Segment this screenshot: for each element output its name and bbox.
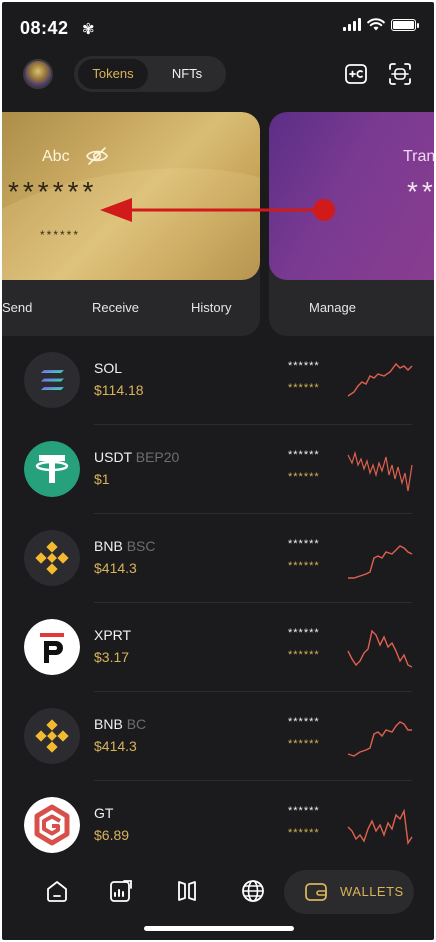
manage-button[interactable]: Manage bbox=[309, 300, 356, 315]
row-divider bbox=[94, 780, 412, 781]
price-sparkline bbox=[348, 545, 413, 579]
token-row[interactable]: SOL $114.18 ****** ****** bbox=[2, 348, 434, 437]
battery-icon bbox=[391, 18, 419, 31]
tab-tokens[interactable]: Tokens bbox=[78, 59, 148, 89]
row-divider bbox=[94, 424, 412, 425]
wifi-icon bbox=[367, 18, 385, 31]
add-token-icon[interactable] bbox=[344, 62, 368, 86]
token-price: $114.18 bbox=[94, 382, 144, 398]
token-symbol: GT bbox=[94, 805, 114, 821]
wallet-balance: ** bbox=[407, 176, 434, 207]
token-row[interactable]: XPRT $3.17 ****** ****** bbox=[2, 615, 434, 704]
token-value: ****** bbox=[288, 560, 320, 572]
tab-nfts[interactable]: NFTs bbox=[154, 59, 220, 89]
token-price: $414.3 bbox=[94, 560, 137, 576]
token-row[interactable]: BNB BSC $414.3 ****** ****** bbox=[2, 526, 434, 615]
token-symbol: XPRT bbox=[94, 627, 132, 643]
price-sparkline bbox=[347, 808, 413, 845]
token-row[interactable]: USDT BEP20 $1 ****** ****** bbox=[2, 437, 434, 526]
wallet-sub-balance: ****** bbox=[40, 228, 81, 242]
tether-icon bbox=[24, 441, 80, 497]
signal-icon bbox=[343, 18, 361, 31]
wallet-name: Tran bbox=[403, 148, 434, 165]
card-face: Abc ****** ****** bbox=[2, 112, 260, 280]
wallet-name: Abc bbox=[42, 148, 70, 165]
status-bar: 08:42 ✾ bbox=[2, 2, 434, 42]
home-icon[interactable] bbox=[44, 878, 70, 904]
token-symbol: BNB BC bbox=[94, 716, 147, 732]
token-value: ****** bbox=[288, 382, 320, 394]
eye-off-icon[interactable] bbox=[85, 144, 109, 168]
top-bar: Tokens NFTs bbox=[2, 54, 434, 94]
price-sparkline bbox=[347, 362, 413, 397]
tab-wallets-label: WALLETS bbox=[340, 884, 404, 899]
token-price: $3.17 bbox=[94, 649, 130, 665]
row-divider bbox=[94, 513, 412, 514]
bottom-navigation: WALLETS bbox=[2, 864, 434, 920]
token-value: ****** bbox=[288, 827, 320, 839]
token-price: $6.89 bbox=[94, 827, 130, 843]
row-divider bbox=[94, 602, 412, 603]
persistence-icon bbox=[24, 619, 80, 675]
token-value: ****** bbox=[288, 471, 320, 483]
token-amount: ****** bbox=[288, 360, 320, 372]
send-button[interactable]: Send bbox=[2, 300, 32, 315]
card-face: Tran ** bbox=[269, 112, 434, 280]
price-sparkline bbox=[347, 721, 412, 757]
browser-icon[interactable] bbox=[240, 878, 266, 904]
status-indicators bbox=[343, 18, 419, 31]
notification-icon: ✾ bbox=[82, 21, 95, 38]
token-symbol: BNB BSC bbox=[94, 538, 156, 554]
bnb-icon bbox=[24, 708, 80, 764]
token-amount: ****** bbox=[288, 805, 320, 817]
price-sparkline bbox=[347, 629, 413, 668]
token-amount: ****** bbox=[288, 716, 320, 728]
token-row[interactable]: BNB BC $414.3 ****** ****** bbox=[2, 704, 434, 793]
chart-icon[interactable] bbox=[108, 878, 134, 904]
price-sparkline bbox=[347, 450, 413, 492]
scan-icon[interactable] bbox=[388, 62, 412, 86]
gatetoken-icon bbox=[24, 797, 80, 853]
token-symbol: USDT BEP20 bbox=[94, 449, 180, 465]
history-button[interactable]: History bbox=[191, 300, 231, 315]
apps-icon[interactable] bbox=[174, 878, 200, 904]
home-indicator[interactable] bbox=[144, 926, 294, 931]
token-amount: ****** bbox=[288, 449, 320, 461]
token-value: ****** bbox=[288, 738, 320, 750]
app-screen: 08:42 ✾ Tokens NFTs Abc ****** ****** Se… bbox=[2, 2, 434, 940]
token-amount: ****** bbox=[288, 538, 320, 550]
token-symbol: SOL bbox=[94, 360, 123, 376]
tab-wallets[interactable]: WALLETS bbox=[284, 870, 414, 914]
wallet-icon bbox=[305, 883, 327, 901]
bnb-icon bbox=[24, 530, 80, 586]
token-list: SOL $114.18 ****** ****** USDT BEP20 $1 … bbox=[2, 348, 434, 882]
receive-button[interactable]: Receive bbox=[92, 300, 139, 315]
solana-icon bbox=[24, 352, 80, 408]
token-price: $414.3 bbox=[94, 738, 137, 754]
wallet-card-secondary[interactable]: Tran ** Manage bbox=[269, 112, 434, 336]
wallet-card-primary[interactable]: Abc ****** ****** Send Receive History bbox=[2, 112, 260, 336]
wallet-balance: ****** bbox=[8, 176, 98, 207]
token-price: $1 bbox=[94, 471, 110, 487]
token-value: ****** bbox=[288, 649, 320, 661]
row-divider bbox=[94, 691, 412, 692]
avatar[interactable] bbox=[23, 59, 53, 89]
token-amount: ****** bbox=[288, 627, 320, 639]
tokens-nfts-switch: Tokens NFTs bbox=[74, 56, 226, 92]
status-time: 08:42 bbox=[20, 18, 69, 38]
